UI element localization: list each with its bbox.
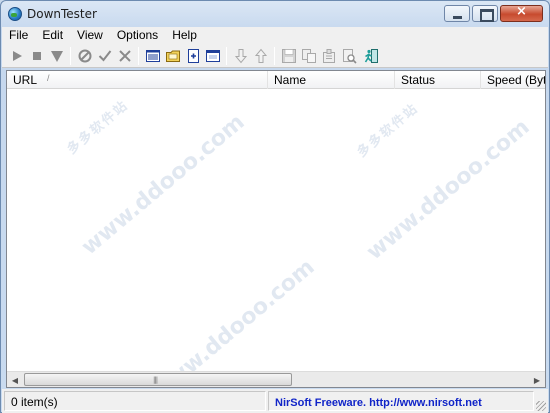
x-icon [119,50,131,62]
arrow-up-icon [254,48,268,63]
column-header-speed[interactable]: Speed (Byte [481,71,545,89]
folder-icon [166,50,180,62]
exit-door-icon [364,49,378,63]
start-button[interactable] [8,47,26,65]
prohibit-icon [78,49,92,63]
menu-options[interactable]: Options [110,27,165,44]
watermark-text: 多多软件站 [64,97,132,158]
maximize-button[interactable] [472,5,498,22]
column-label-url: URL [13,73,38,87]
stop-icon [33,52,41,60]
column-label-name: Name [274,73,307,87]
find-icon [343,49,357,64]
menu-edit[interactable]: Edit [35,27,70,44]
resize-grip-icon[interactable] [536,401,546,411]
watermark-url: www.ddooo.com [147,254,320,388]
column-header-name[interactable]: Name [268,71,395,89]
cancel-button[interactable] [76,47,94,65]
column-header-status[interactable]: Status [395,71,481,89]
copy-button[interactable] [300,47,318,65]
item-count-text: 0 item(s) [11,395,58,409]
down-triangle-icon [51,51,63,62]
watermark-url: www.ddooo.com [77,109,250,261]
horizontal-scrollbar[interactable]: ◀ ||| ▶ [7,371,545,387]
properties-button[interactable] [320,47,338,65]
window-title: DownTester [27,7,97,21]
status-bar: 0 item(s) NirSoft Freeware. http://www.n… [2,389,548,413]
app-window: DownTester × File Edit View Options Help [0,0,550,413]
toolbar-separator [138,47,139,65]
watermark-url: www.ddooo.com [362,114,535,266]
scroll-left-icon[interactable]: ◀ [7,372,23,387]
window-controls: × [444,4,543,22]
close-button[interactable]: × [500,4,543,22]
globe-app-icon [8,7,22,21]
options-button[interactable] [204,47,222,65]
list-window-icon [146,50,160,62]
pause-button[interactable] [48,47,66,65]
enter-urls-button[interactable] [144,47,162,65]
document-plus-icon [188,49,199,63]
floppy-disk-icon [282,49,296,63]
menu-view[interactable]: View [70,27,110,44]
find-button[interactable] [340,47,358,65]
watermark-text: 多多软件站 [354,100,422,161]
scroll-right-icon[interactable]: ▶ [529,372,545,387]
column-label-speed: Speed (Byte [487,73,545,87]
toolbar-separator [274,47,275,65]
toolbar [2,44,548,68]
exit-button[interactable] [362,47,380,65]
move-down-button[interactable] [232,47,250,65]
open-folder-button[interactable] [164,47,182,65]
properties-icon [323,49,335,63]
close-icon: × [516,4,527,19]
menu-help[interactable]: Help [165,27,204,44]
sort-indicator-icon: / [47,73,50,83]
grip-icon: ||| [153,376,158,384]
column-header-url[interactable]: URL / [7,71,268,89]
toolbar-separator [70,47,71,65]
checkmark-icon [98,50,112,62]
move-up-button[interactable] [252,47,270,65]
window-icon [206,50,220,62]
url-list-view[interactable]: URL / Name Status Speed (Byte 多多软件站 www.… [6,70,546,388]
status-credit[interactable]: NirSoft Freeware. http://www.nirsoft.net [268,391,534,411]
save-button[interactable] [280,47,298,65]
menu-bar: File Edit View Options Help [2,27,548,44]
arrow-down-icon [234,49,248,64]
menu-file[interactable]: File [2,27,35,44]
check-button[interactable] [96,47,114,65]
toolbar-separator [226,47,227,65]
remove-button[interactable] [116,47,134,65]
load-file-button[interactable] [184,47,202,65]
title-bar[interactable]: DownTester × [1,1,549,27]
column-label-status: Status [401,73,436,87]
status-item-count: 0 item(s) [4,391,266,411]
list-header: URL / Name Status Speed (Byte [7,71,545,89]
scrollbar-thumb[interactable]: ||| [24,373,292,386]
nirsoft-link[interactable]: NirSoft Freeware. http://www.nirsoft.net [275,397,482,409]
stop-button[interactable] [28,47,46,65]
play-icon [13,51,22,61]
copy-icon [302,49,316,63]
minimize-button[interactable] [444,5,470,22]
